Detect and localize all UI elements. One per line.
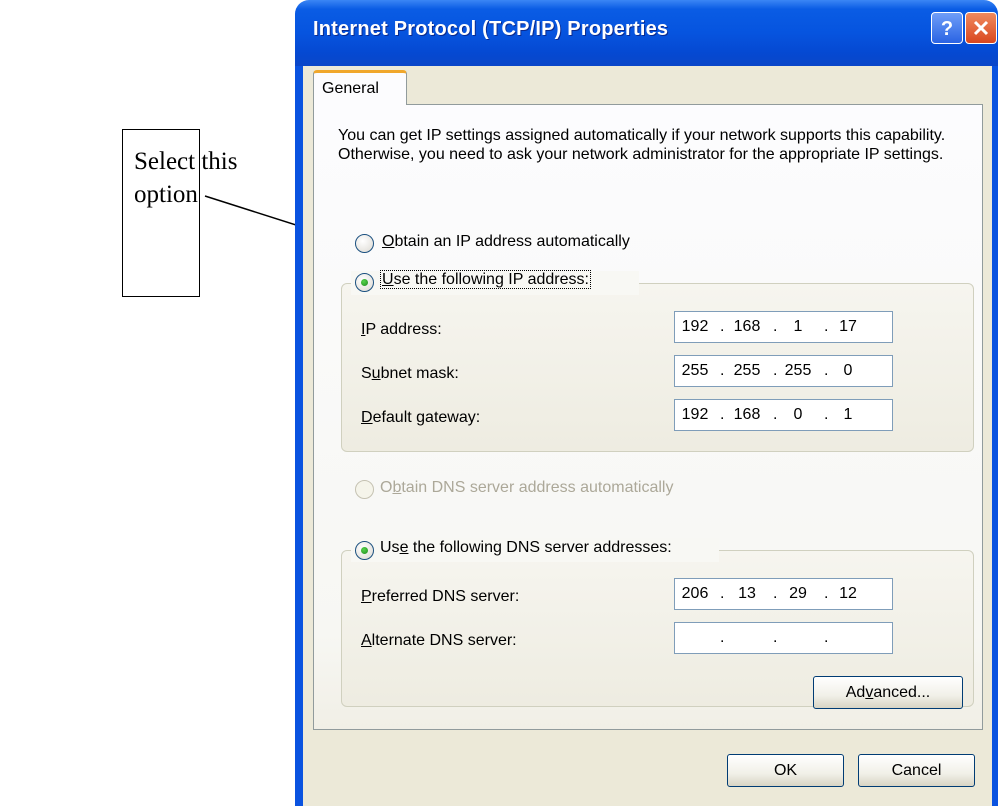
obtain-ip-automatically-radio[interactable] [355, 234, 374, 253]
accel-key: U [382, 271, 394, 288]
octet-3: 255 [784, 362, 812, 379]
preferred-dns-field[interactable]: 206. 13. 29. 12 [674, 578, 893, 610]
obtain-ip-automatically-label[interactable]: Obtain an IP address automatically [382, 233, 630, 251]
window-frame-right [992, 66, 998, 806]
alternate-dns-field[interactable]: . . . [674, 622, 893, 654]
label-text: O [380, 479, 393, 496]
octet-4: 0 [843, 362, 853, 379]
octet-4: 1 [843, 406, 853, 423]
octet-1: 192 [681, 318, 709, 335]
subnet-mask-field[interactable]: 255. 255. 255. 0 [674, 355, 893, 387]
close-button[interactable] [965, 12, 997, 44]
accel-key: A [361, 632, 372, 649]
obtain-dns-automatically-label: Obtain DNS server address automatically [380, 479, 673, 497]
label-text: efault gateway: [372, 409, 481, 426]
octet-2: 255 [733, 362, 761, 379]
window-frame-left [295, 66, 303, 806]
octet-2: 13 [738, 585, 756, 602]
label-text: Us [380, 539, 400, 556]
use-following-ip-radio[interactable] [355, 273, 374, 292]
tab-general-label: General [322, 80, 379, 97]
default-gateway-field[interactable]: 192. 168. 0. 1 [674, 399, 893, 431]
advanced-button[interactable]: Advanced... [813, 676, 963, 709]
title-bar[interactable]: Internet Protocol (TCP/IP) Properties ? [295, 0, 998, 66]
dialog-body: General You can get IP settings assigned… [303, 66, 992, 806]
question-mark-icon: ? [941, 18, 953, 40]
subnet-mask-label: Subnet mask: [361, 365, 459, 383]
intro-text: You can get IP settings assigned automat… [338, 127, 946, 163]
octet-1: 206 [681, 585, 709, 602]
label-text: referred DNS server: [371, 588, 520, 605]
cancel-button[interactable]: Cancel [858, 754, 975, 787]
octet-1: 192 [681, 406, 709, 423]
default-gateway-label: Default gateway: [361, 409, 480, 427]
octet-2: 168 [733, 406, 761, 423]
octet-3: 1 [793, 318, 803, 335]
ip-address-field[interactable]: 192. 168. 1. 17 [674, 311, 893, 343]
label-text: the following DNS server addresses: [408, 539, 672, 556]
label-text: bnet mask: [380, 365, 459, 382]
help-button[interactable]: ? [931, 12, 963, 44]
alternate-dns-label: Alternate DNS server: [361, 632, 517, 650]
obtain-dns-automatically-radio [355, 480, 374, 499]
accel-key: O [382, 233, 395, 250]
accel-key: P [361, 588, 372, 605]
window-title: Internet Protocol (TCP/IP) Properties [313, 18, 669, 40]
annotation-text: Select this option [134, 148, 238, 208]
x-close-icon [973, 20, 989, 36]
octet-4: 17 [839, 318, 857, 335]
label-text: btain an IP address automatically [394, 233, 630, 250]
svg-text:?: ? [941, 18, 953, 40]
octet-3: 0 [793, 406, 803, 423]
label-text: anced... [873, 684, 931, 701]
label-text: Ad [845, 684, 866, 701]
label-text: lternate DNS server: [371, 632, 517, 649]
label-text: S [361, 365, 372, 382]
accel-key: D [361, 409, 373, 426]
octet-4: 12 [839, 585, 857, 602]
focus-rect: Use the following IP address: [380, 270, 591, 289]
label-text: P address: [365, 321, 442, 338]
use-following-dns-radio[interactable] [355, 541, 374, 560]
label-text: tain DNS server address automatically [401, 479, 674, 496]
use-following-dns-label[interactable]: Use the following DNS server addresses: [380, 539, 672, 557]
ok-button[interactable]: OK [727, 754, 844, 787]
preferred-dns-label: Preferred DNS server: [361, 588, 519, 606]
label-text: se the following IP address: [393, 271, 589, 288]
octet-3: 29 [789, 585, 807, 602]
tab-general[interactable]: General [313, 70, 407, 105]
use-following-ip-label[interactable]: Use the following IP address: [380, 270, 591, 289]
octet-1: 255 [681, 362, 709, 379]
ip-address-label: IP address: [361, 321, 442, 339]
octet-2: 168 [733, 318, 761, 335]
accel-key: u [371, 365, 381, 382]
tcpip-properties-window: Internet Protocol (TCP/IP) Properties ? … [295, 0, 998, 806]
